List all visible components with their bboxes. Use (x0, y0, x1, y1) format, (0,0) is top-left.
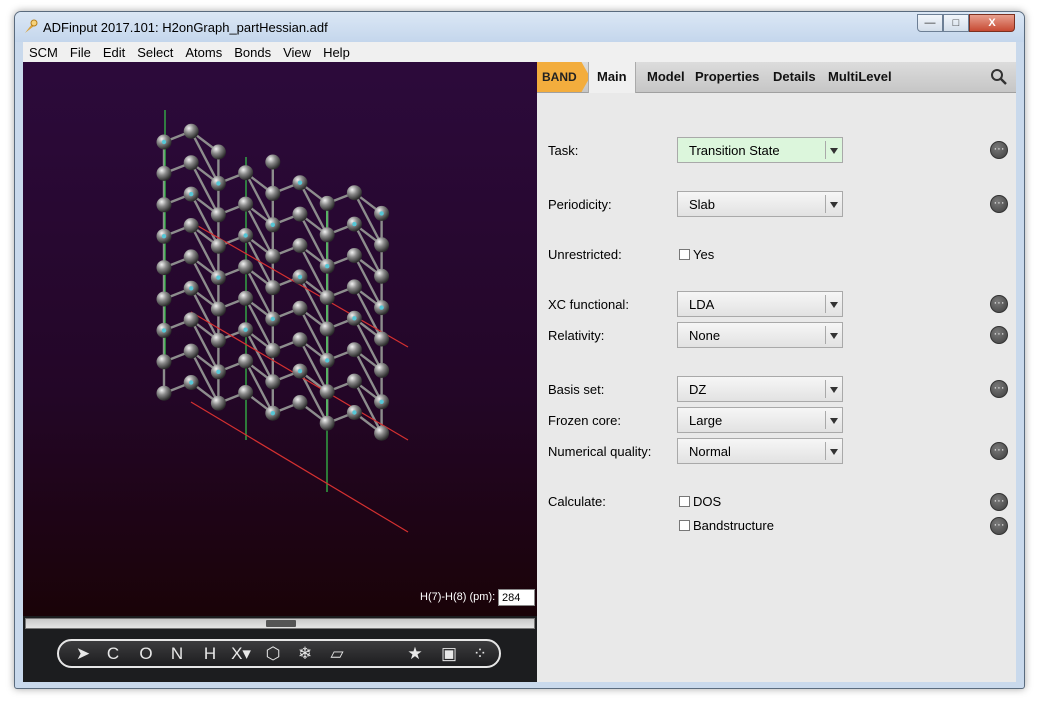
freeze-tool[interactable]: ❄ (291, 641, 319, 666)
numerical-quality-value: Normal (689, 444, 731, 459)
bottom-toolbar-area: ➤ C O N H X▾ ⬡ ❄ ▱ ★ ▣ ⁘ (23, 630, 537, 682)
bandstructure-more-button[interactable]: ··· (990, 517, 1008, 535)
relativity-value: None (689, 328, 721, 343)
numerical-quality-more-button[interactable]: ··· (990, 442, 1008, 460)
application-window: ADFinput 2017.101: H2onGraph_partHessian… (14, 11, 1025, 689)
menu-edit[interactable]: Edit (97, 45, 131, 60)
task-label: Task: (548, 143, 579, 158)
molecule-viewer: H(7)-H(8) (pm): ➤CONHX▾⬡❄▱ ★▣⁘ (23, 62, 537, 682)
basis-set-value: DZ (689, 382, 707, 397)
bandstructure-checkbox[interactable] (679, 520, 690, 531)
relativity-more-button[interactable]: ··· (990, 326, 1008, 344)
calculate-label: Calculate: (548, 494, 606, 509)
dos-more-button[interactable]: ··· (990, 493, 1008, 511)
engine-tab-band[interactable]: BAND (537, 62, 590, 92)
basis-set-label: Basis set: (548, 382, 605, 397)
tab-properties[interactable]: Properties (695, 62, 759, 92)
menu-bar: SCM File Edit Select Atoms Bonds View He… (23, 42, 1016, 62)
hydrogen-tool[interactable]: H (196, 641, 224, 666)
periodicity-value: Slab (689, 197, 716, 212)
viewer-scrollbar[interactable] (25, 618, 535, 629)
select-tool[interactable]: ➤ (69, 641, 97, 666)
atom-toolbar: ➤ C O N H X▾ ⬡ ❄ ▱ ★ ▣ ⁘ (57, 639, 501, 668)
menu-view[interactable]: View (277, 45, 317, 60)
title-bar[interactable]: ADFinput 2017.101: H2onGraph_partHessian… (15, 12, 1024, 42)
task-value: Transition State (689, 143, 780, 158)
chevron-down-icon (830, 418, 838, 424)
frozen-core-value: Large (689, 413, 723, 428)
tab-multilevel[interactable]: MultiLevel (828, 62, 892, 92)
chevron-down-icon (830, 387, 838, 393)
ring-tool[interactable]: ⬡ (259, 641, 287, 666)
menu-select[interactable]: Select (131, 45, 179, 60)
nitrogen-tool[interactable]: N (163, 641, 191, 666)
xc-functional-label: XC functional: (548, 297, 629, 312)
minimize-button[interactable]: — (917, 14, 943, 32)
frozen-core-select[interactable]: Large (677, 407, 843, 433)
tab-main[interactable]: Main (588, 62, 636, 93)
periodicity-more-button[interactable]: ··· (990, 195, 1008, 213)
relativity-label: Relativity: (548, 328, 605, 343)
tab-bar: BAND Main Model Properties Details Multi… (537, 62, 1016, 93)
chevron-down-icon (830, 449, 838, 455)
plane-tool[interactable]: ▱ (323, 641, 351, 666)
search-icon[interactable] (990, 68, 1008, 86)
menu-bonds[interactable]: Bonds (228, 45, 277, 60)
numerical-quality-select[interactable]: Normal (677, 438, 843, 464)
lattice-tool[interactable]: ▣ (435, 641, 463, 666)
menu-atoms[interactable]: Atoms (179, 45, 228, 60)
basis-set-more-button[interactable]: ··· (990, 380, 1008, 398)
distance-label: H(7)-H(8) (pm): (420, 591, 496, 603)
bandstructure-option-label[interactable]: Bandstructure (693, 518, 774, 533)
chevron-down-icon (830, 302, 838, 308)
task-select[interactable]: Transition State (677, 137, 843, 163)
chevron-down-icon (830, 202, 838, 208)
chevron-down-icon (830, 148, 838, 154)
molecule-canvas[interactable]: H(7)-H(8) (pm): (23, 62, 537, 616)
tab-details[interactable]: Details (773, 62, 816, 92)
graphene-structure[interactable] (23, 62, 537, 616)
unrestricted-option-label[interactable]: Yes (693, 247, 714, 262)
favorites-tool[interactable]: ★ (401, 641, 429, 666)
client-area: SCM File Edit Select Atoms Bonds View He… (23, 42, 1016, 682)
menu-help[interactable]: Help (317, 45, 356, 60)
distance-input[interactable] (498, 589, 535, 606)
unrestricted-label: Unrestricted: (548, 247, 622, 262)
xc-functional-select[interactable]: LDA (677, 291, 843, 317)
xc-functional-more-button[interactable]: ··· (990, 295, 1008, 313)
frozen-core-label: Frozen core: (548, 413, 621, 428)
dos-checkbox[interactable] (679, 496, 690, 507)
other-element-tool[interactable]: X▾ (227, 641, 255, 666)
menu-file[interactable]: File (64, 45, 97, 60)
scrollbar-thumb[interactable] (266, 620, 296, 627)
chevron-down-icon (830, 333, 838, 339)
close-button[interactable]: X (969, 14, 1015, 32)
relativity-select[interactable]: None (677, 322, 843, 348)
task-more-button[interactable]: ··· (990, 141, 1008, 159)
maximize-button[interactable]: □ (943, 14, 969, 32)
structure-tool[interactable]: ⁘ (466, 641, 494, 666)
carbon-tool[interactable]: C (99, 641, 127, 666)
periodicity-label: Periodicity: (548, 197, 612, 212)
window-title: ADFinput 2017.101: H2onGraph_partHessian… (43, 20, 328, 35)
tab-model[interactable]: Model (647, 62, 685, 92)
menu-scm[interactable]: SCM (23, 45, 64, 60)
oxygen-tool[interactable]: O (132, 641, 160, 666)
basis-set-select[interactable]: DZ (677, 376, 843, 402)
dos-option-label[interactable]: DOS (693, 494, 721, 509)
xc-functional-value: LDA (689, 297, 715, 312)
numerical-quality-label: Numerical quality: (548, 444, 652, 459)
adf-app-icon (25, 19, 38, 33)
periodicity-select[interactable]: Slab (677, 191, 843, 217)
unrestricted-checkbox[interactable] (679, 249, 690, 260)
settings-panel: BAND Main Model Properties Details Multi… (537, 62, 1016, 682)
